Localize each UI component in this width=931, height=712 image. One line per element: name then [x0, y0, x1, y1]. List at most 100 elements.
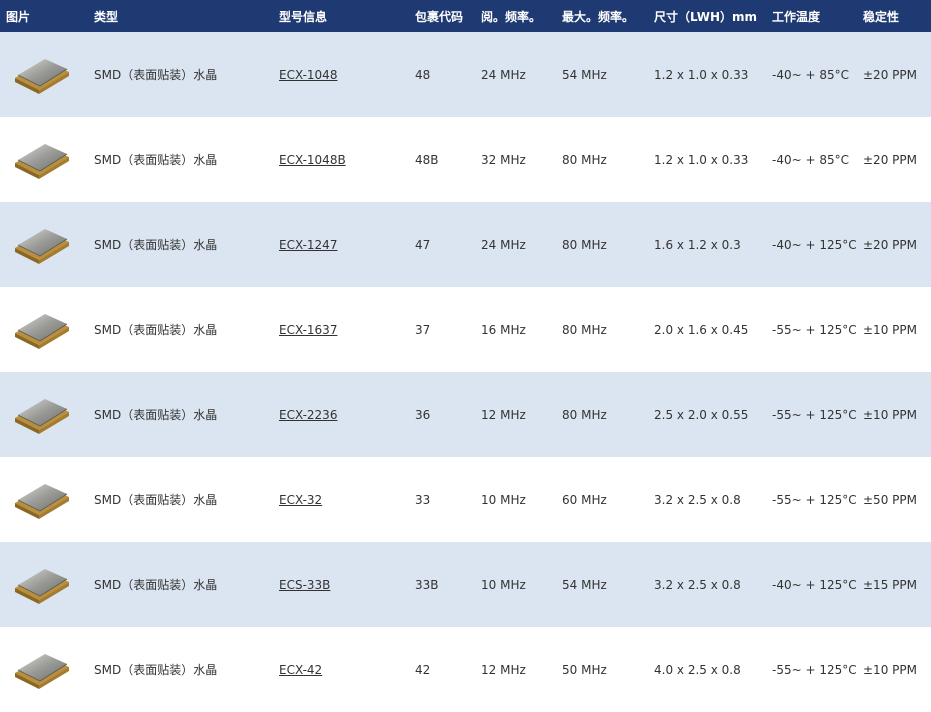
smd-crystal-icon — [14, 651, 88, 689]
table-row: SMD（表面贴装）水晶 ECX-2236 36 12 MHz 80 MHz 2.5 x 2… — [0, 372, 931, 457]
cell-model: ECS-33B — [273, 542, 409, 627]
header-size: 尺寸（LWH）mm — [654, 9, 758, 24]
cell-stability: ±50 PPM — [863, 492, 917, 507]
product-image-cell — [0, 542, 88, 627]
cell-size: 3.2 x 2.5 x 0.8 — [654, 492, 741, 507]
cell-stability: ±20 PPM — [863, 237, 917, 252]
smd-crystal-icon — [14, 226, 88, 264]
cell-min-freq: 16 MHz — [481, 322, 526, 337]
cell-model: ECX-42 — [273, 627, 409, 712]
cell-package-code: 48 — [415, 67, 431, 82]
product-image-cell — [0, 117, 88, 202]
cell-size: 3.2 x 2.5 x 0.8 — [654, 577, 741, 592]
cell-type: SMD（表面贴装）水晶 — [94, 663, 218, 677]
smd-crystal-icon — [14, 56, 88, 94]
product-image-cell — [0, 627, 88, 712]
model-link[interactable]: ECS-33B — [279, 578, 330, 592]
model-link[interactable]: ECX-32 — [279, 493, 322, 507]
cell-size: 1.2 x 1.0 x 0.33 — [654, 152, 749, 167]
cell-size: 4.0 x 2.5 x 0.8 — [654, 662, 741, 677]
cell-max-freq: 54 MHz — [562, 577, 607, 592]
table-row: SMD（表面贴装）水晶 ECX-42 42 12 MHz 50 MHz 4.0 x 2.5… — [0, 627, 931, 712]
cell-package-code: 33B — [415, 577, 439, 592]
product-image-cell — [0, 202, 88, 287]
cell-max-freq: 60 MHz — [562, 492, 607, 507]
table-row: SMD（表面贴装）水晶 ECX-1247 47 24 MHz 80 MHz 1.6 x 1… — [0, 202, 931, 287]
cell-package-code: 33 — [415, 492, 431, 507]
cell-min-freq: 10 MHz — [481, 492, 526, 507]
cell-temp: -55~ + 125°C — [772, 322, 857, 337]
cell-model: ECX-1247 — [273, 202, 409, 287]
cell-max-freq: 80 MHz — [562, 407, 607, 422]
cell-package-code: 36 — [415, 407, 431, 422]
cell-type: SMD（表面贴装）水晶 — [94, 153, 218, 167]
cell-type: SMD（表面贴装）水晶 — [94, 493, 218, 507]
smd-crystal-icon — [14, 311, 88, 349]
cell-size: 1.2 x 1.0 x 0.33 — [654, 67, 749, 82]
cell-stability: ±10 PPM — [863, 662, 917, 677]
cell-temp: -40~ + 125°C — [772, 577, 857, 592]
smd-crystal-icon — [14, 481, 88, 519]
cell-model: ECX-1048B — [273, 117, 409, 202]
model-link[interactable]: ECX-2236 — [279, 408, 337, 422]
cell-min-freq: 24 MHz — [481, 67, 526, 82]
cell-package-code: 47 — [415, 237, 431, 252]
cell-size: 1.6 x 1.2 x 0.3 — [654, 237, 741, 252]
model-link[interactable]: ECX-1048B — [279, 153, 346, 167]
cell-temp: -55~ + 125°C — [772, 662, 857, 677]
cell-stability: ±10 PPM — [863, 322, 917, 337]
table-header-row: 图片 类型 型号信息 包裹代码 阅。频率。 最大。频率。 尺寸（LWH）mm 工… — [0, 0, 931, 32]
model-link[interactable]: ECX-1247 — [279, 238, 337, 252]
header-type: 类型 — [94, 9, 119, 24]
cell-temp: -40~ + 85°C — [772, 67, 849, 82]
cell-stability: ±10 PPM — [863, 407, 917, 422]
product-image-cell — [0, 372, 88, 457]
smd-crystal-icon — [14, 141, 88, 179]
cell-type: SMD（表面贴装）水晶 — [94, 578, 218, 592]
cell-temp: -55~ + 125°C — [772, 407, 857, 422]
table-row: SMD（表面贴装）水晶 ECX-1048B 48B 32 MHz 80 MHz 1.2 x… — [0, 117, 931, 202]
cell-max-freq: 80 MHz — [562, 152, 607, 167]
cell-min-freq: 32 MHz — [481, 152, 526, 167]
header-min-freq: 阅。频率。 — [481, 9, 542, 24]
cell-package-code: 48B — [415, 152, 439, 167]
table-row: SMD（表面贴装）水晶 ECX-1048 48 24 MHz 54 MHz 1.2 x 1… — [0, 32, 931, 117]
header-package-code: 包裹代码 — [415, 9, 464, 24]
cell-temp: -55~ + 125°C — [772, 492, 857, 507]
cell-package-code: 42 — [415, 662, 431, 677]
cell-max-freq: 50 MHz — [562, 662, 607, 677]
cell-type: SMD（表面贴装）水晶 — [94, 323, 218, 337]
model-link[interactable]: ECX-1637 — [279, 323, 337, 337]
cell-max-freq: 54 MHz — [562, 67, 607, 82]
cell-type: SMD（表面贴装）水晶 — [94, 238, 218, 252]
header-model: 型号信息 — [279, 9, 328, 24]
cell-model: ECX-1048 — [273, 32, 409, 117]
cell-package-code: 37 — [415, 322, 431, 337]
model-link[interactable]: ECX-1048 — [279, 68, 337, 82]
table-row: SMD（表面贴装）水晶 ECS-33B 33B 10 MHz 54 MHz 3.2 x 2… — [0, 542, 931, 627]
cell-min-freq: 24 MHz — [481, 237, 526, 252]
model-link[interactable]: ECX-42 — [279, 663, 322, 677]
cell-min-freq: 12 MHz — [481, 662, 526, 677]
cell-temp: -40~ + 85°C — [772, 152, 849, 167]
header-temp: 工作温度 — [772, 9, 821, 24]
cell-temp: -40~ + 125°C — [772, 237, 857, 252]
header-max-freq: 最大。频率。 — [562, 9, 635, 24]
cell-max-freq: 80 MHz — [562, 322, 607, 337]
cell-model: ECX-2236 — [273, 372, 409, 457]
product-image-cell — [0, 457, 88, 542]
product-table: 图片 类型 型号信息 包裹代码 阅。频率。 最大。频率。 尺寸（LWH）mm 工… — [0, 0, 931, 712]
cell-stability: ±20 PPM — [863, 152, 917, 167]
cell-model: ECX-1637 — [273, 287, 409, 372]
cell-model: ECX-32 — [273, 457, 409, 542]
product-image-cell — [0, 32, 88, 117]
header-image: 图片 — [6, 9, 31, 24]
cell-max-freq: 80 MHz — [562, 237, 607, 252]
cell-size: 2.0 x 1.6 x 0.45 — [654, 322, 749, 337]
smd-crystal-icon — [14, 396, 88, 434]
cell-size: 2.5 x 2.0 x 0.55 — [654, 407, 749, 422]
table-row: SMD（表面贴装）水晶 ECX-1637 37 16 MHz 80 MHz 2.0 x 1… — [0, 287, 931, 372]
table-row: SMD（表面贴装）水晶 ECX-32 33 10 MHz 60 MHz 3.2 x 2.5… — [0, 457, 931, 542]
cell-min-freq: 12 MHz — [481, 407, 526, 422]
header-stability: 稳定性 — [863, 9, 900, 24]
